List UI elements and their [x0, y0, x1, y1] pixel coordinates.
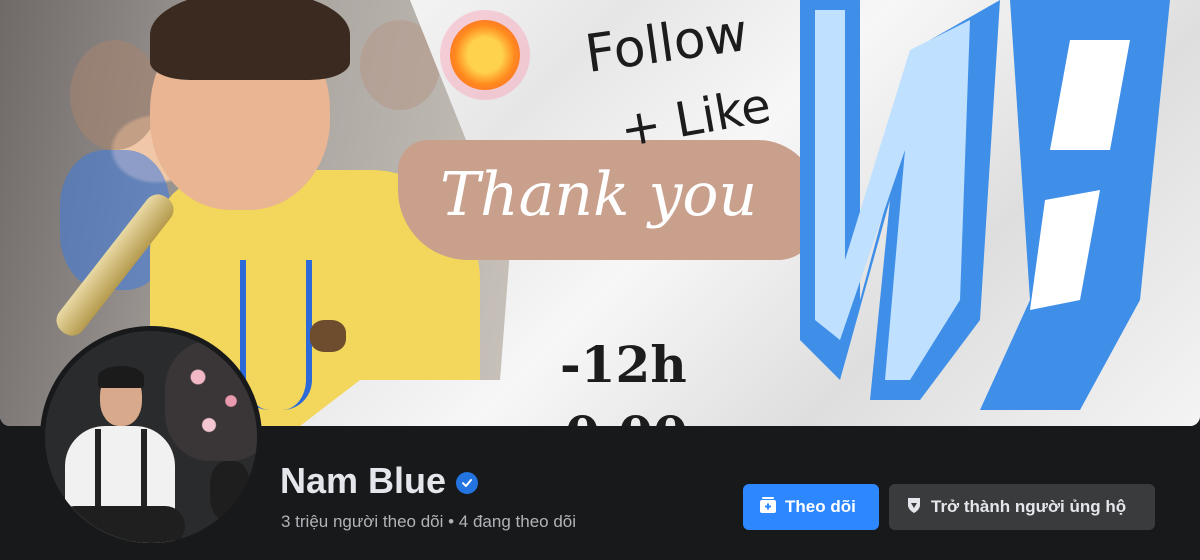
profile-name-row: Nam Blue	[280, 460, 479, 502]
avatar-pants	[55, 506, 185, 543]
become-supporter-label: Trở thành người ủng hộ	[931, 497, 1127, 516]
profile-avatar[interactable]	[40, 326, 262, 548]
avatar-vase	[210, 461, 250, 521]
page-title: Nam Blue	[280, 460, 447, 501]
cover-text-time: 0:00	[565, 405, 688, 426]
cover-person-hair	[150, 0, 350, 80]
avatar-blossom	[165, 341, 257, 461]
follower-stats[interactable]: 3 triệu người theo dõi • 4 đang theo dõi	[281, 512, 576, 532]
sun-icon	[450, 20, 520, 90]
follow-button[interactable]: Theo dõi	[743, 484, 879, 530]
avatar-image	[45, 331, 257, 543]
verified-badge-icon	[456, 472, 479, 494]
cover-text-thank-you: Thank you	[440, 160, 758, 230]
cover-crowd-blur	[70, 40, 160, 150]
follow-icon	[759, 496, 777, 519]
follow-button-label: Theo dõi	[785, 497, 856, 516]
nb-logo	[800, 0, 1170, 410]
cover-bear-logo	[310, 320, 346, 352]
cover-text-hour: -12h	[560, 335, 687, 394]
become-supporter-button[interactable]: Trở thành người ủng hộ	[889, 484, 1155, 530]
avatar-hair	[98, 366, 144, 388]
shield-icon	[905, 496, 923, 519]
